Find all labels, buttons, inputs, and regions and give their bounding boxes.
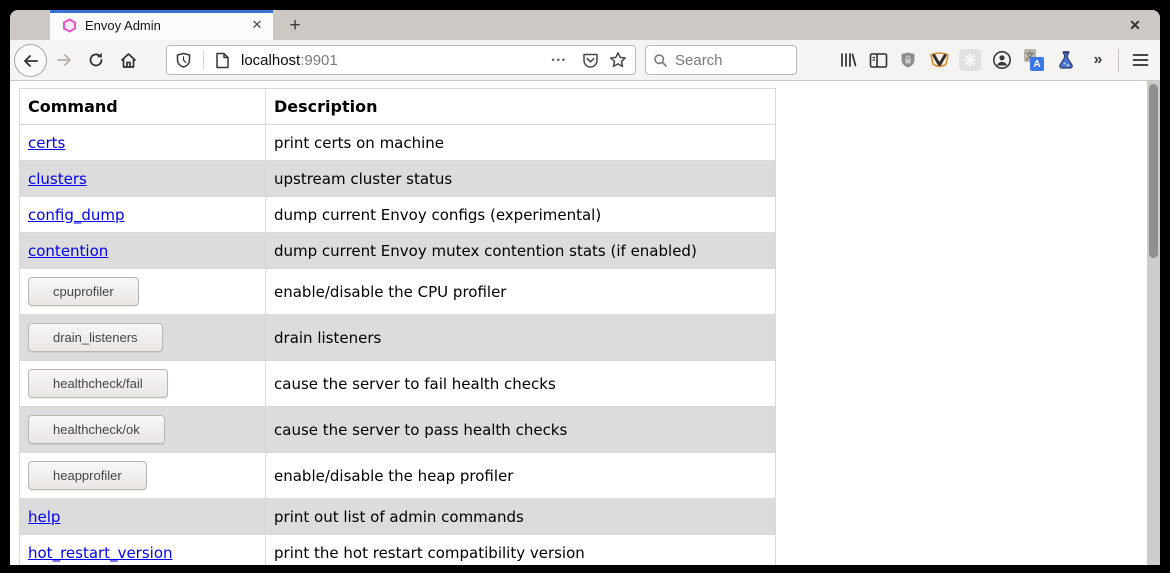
command-button[interactable]: cpuprofiler [28, 277, 139, 306]
sidebar-icon [869, 52, 888, 69]
admin-commands-table: Command Description certs print certs on … [19, 88, 776, 565]
navigation-toolbar: localhost:9901 ••• [10, 40, 1160, 81]
table-row: certs print certs on machine [20, 125, 776, 161]
shield-lock-icon [899, 51, 917, 70]
description-column-header: Description [266, 89, 776, 125]
extension-shield-button[interactable] [896, 48, 920, 72]
command-description: upstream cluster status [266, 161, 776, 197]
table-row: config_dump dump current Envoy configs (e… [20, 197, 776, 233]
search-placeholder: Search [675, 52, 723, 69]
command-description: drain listeners [266, 315, 776, 361]
command-button[interactable]: heapprofiler [28, 461, 147, 490]
library-button[interactable] [836, 48, 860, 72]
search-icon [653, 53, 668, 68]
containers-extension-button[interactable] [1054, 48, 1078, 72]
command-description: print certs on machine [266, 125, 776, 161]
table-row: healthcheck/fail cause the server to fail… [20, 361, 776, 407]
flask-icon [1057, 50, 1075, 70]
translate-icon: 文 A [1023, 49, 1045, 71]
pocket-icon[interactable] [582, 52, 599, 69]
home-icon [119, 51, 138, 70]
bookmark-star-icon[interactable] [609, 51, 627, 69]
table-row: hot_restart_version print the hot restart… [20, 535, 776, 566]
vertical-scrollbar[interactable] [1147, 81, 1160, 565]
command-link[interactable]: config_dump [28, 206, 125, 224]
tracking-protection-shield-icon[interactable] [175, 52, 192, 69]
envoy-favicon-icon [62, 18, 77, 33]
tab-close-icon[interactable]: ✕ [247, 15, 267, 35]
command-button[interactable]: healthcheck/ok [28, 415, 165, 444]
reload-icon [87, 51, 105, 69]
library-icon [839, 51, 857, 69]
new-tab-button[interactable]: + [282, 13, 308, 38]
disabled-extension-icon [959, 49, 981, 71]
toolbar-separator [1118, 49, 1119, 72]
command-description: enable/disable the heap profiler [266, 453, 776, 499]
overflow-menu-button[interactable]: » [1086, 48, 1110, 72]
page-actions-icon[interactable]: ••• [552, 55, 567, 65]
command-description: cause the server to fail health checks [266, 361, 776, 407]
account-button[interactable] [990, 48, 1014, 72]
table-row: healthcheck/ok cause the server to pass h… [20, 407, 776, 453]
command-link[interactable]: contention [28, 242, 108, 260]
back-arrow-icon [22, 52, 40, 70]
command-button[interactable]: drain_listeners [28, 323, 163, 352]
command-link[interactable]: certs [28, 134, 65, 152]
table-header-row: Command Description [20, 89, 776, 125]
forward-button[interactable] [52, 48, 76, 72]
url-bar[interactable]: localhost:9901 ••• [166, 45, 636, 75]
hamburger-menu-icon [1132, 53, 1149, 67]
forward-arrow-icon [55, 51, 73, 69]
url-host: localhost [241, 52, 300, 69]
account-icon [992, 50, 1012, 70]
tab-envoy-admin[interactable]: Envoy Admin ✕ [50, 10, 273, 40]
window-close-button[interactable]: ✕ [1124, 14, 1146, 36]
table-row: help print out list of admin commands [20, 499, 776, 535]
table-row: drain_listeners drain listeners [20, 315, 776, 361]
sidebars-button[interactable] [866, 48, 890, 72]
command-description: dump current Envoy mutex contention stat… [266, 233, 776, 269]
command-link[interactable]: hot_restart_version [28, 544, 173, 562]
search-input[interactable]: Search [645, 45, 797, 75]
command-button[interactable]: healthcheck/fail [28, 369, 168, 398]
translate-extension-button[interactable]: 文 A [1022, 48, 1046, 72]
back-button[interactable] [14, 44, 47, 77]
screen: Envoy Admin ✕ + ✕ [0, 0, 1170, 573]
command-column-header: Command [20, 89, 266, 125]
command-description: enable/disable the CPU profiler [266, 269, 776, 315]
table-row: clusters upstream cluster status [20, 161, 776, 197]
tab-bar: Envoy Admin ✕ + ✕ [10, 10, 1160, 40]
urlbar-separator [203, 51, 204, 69]
command-description: dump current Envoy configs (experimental… [266, 197, 776, 233]
browser-window: Envoy Admin ✕ + ✕ [10, 10, 1160, 565]
command-description: print the hot restart compatibility vers… [266, 535, 776, 566]
command-description: print out list of admin commands [266, 499, 776, 535]
reload-button[interactable] [84, 48, 108, 72]
command-description: cause the server to pass health checks [266, 407, 776, 453]
scrollbar-thumb[interactable] [1149, 84, 1158, 258]
home-button[interactable] [116, 48, 140, 72]
table-row: cpuprofiler enable/disable the CPU profil… [20, 269, 776, 315]
table-row: heapprofiler enable/disable the heap prof… [20, 453, 776, 499]
disabled-extension-button[interactable] [958, 48, 982, 72]
table-row: contention dump current Envoy mutex conte… [20, 233, 776, 269]
url-port: :9901 [300, 52, 338, 69]
command-link[interactable]: help [28, 508, 60, 526]
page-info-icon[interactable] [215, 52, 230, 69]
app-menu-button[interactable] [1128, 48, 1152, 72]
tab-title: Envoy Admin [85, 18, 247, 33]
page-content: Command Description certs print certs on … [10, 81, 1160, 565]
privacy-badger-icon [929, 51, 950, 69]
privacy-badger-button[interactable] [927, 48, 951, 72]
active-tab-accent [50, 10, 273, 13]
command-link[interactable]: clusters [28, 170, 87, 188]
